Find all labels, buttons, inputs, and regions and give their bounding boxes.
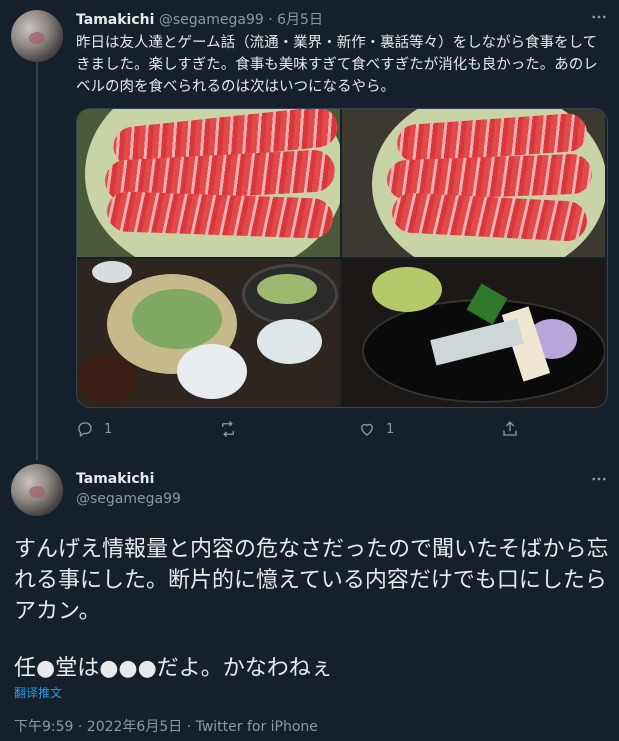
like-button[interactable]: 1 [358, 420, 394, 438]
tweet-timestamp[interactable]: 下午9:59 · 2022年6月5日 · Twitter for iPhone [14, 716, 318, 736]
media-grid[interactable] [76, 108, 608, 408]
author-handle[interactable]: @segamega99 [159, 12, 264, 28]
photo-sukiyaki-table[interactable] [77, 259, 340, 407]
share-button[interactable] [501, 420, 519, 438]
translate-tweet-link[interactable]: 翻译推文 [14, 684, 62, 701]
tweet-actions: 1 1 [76, 420, 606, 440]
separator-dot: · [268, 12, 273, 28]
photo-beef-2[interactable] [342, 109, 605, 257]
photo-appetizer-tray[interactable] [342, 259, 605, 407]
share-icon [503, 421, 517, 436]
reply-count: 1 [104, 421, 113, 437]
tweet-date[interactable]: 6月5日 [277, 12, 323, 28]
tweet-text-line: 任●堂は●●●だよ。かなわねぇ [14, 656, 333, 681]
avatar[interactable] [11, 10, 63, 62]
retweet-icon [222, 421, 234, 437]
like-count: 1 [386, 421, 395, 437]
thread-connector-line [36, 62, 38, 460]
reply-icon [78, 422, 92, 438]
author-name[interactable]: Tamakichi [76, 471, 154, 487]
more-icon[interactable] [590, 8, 608, 30]
tweet-header: Tamakichi @segamega99 · 6月5日 [76, 9, 323, 29]
author-handle[interactable]: @segamega99 [76, 491, 181, 507]
more-icon[interactable] [590, 470, 608, 492]
retweet-button[interactable] [219, 420, 247, 438]
tweet-text: 昨日は友人達とゲーム話（流通・業界・新作・裏話等々）をしながら食事をしてきました… [76, 35, 598, 95]
photo-beef-1[interactable] [77, 109, 340, 257]
tweet-text: すんげえ情報量と内容の危なさだったので聞いたそばから忘れる事にした。断片的に憶え… [14, 537, 609, 624]
reply-button[interactable]: 1 [76, 420, 112, 438]
heart-icon [361, 423, 373, 436]
author-name[interactable]: Tamakichi [76, 12, 154, 28]
avatar[interactable] [11, 464, 63, 516]
